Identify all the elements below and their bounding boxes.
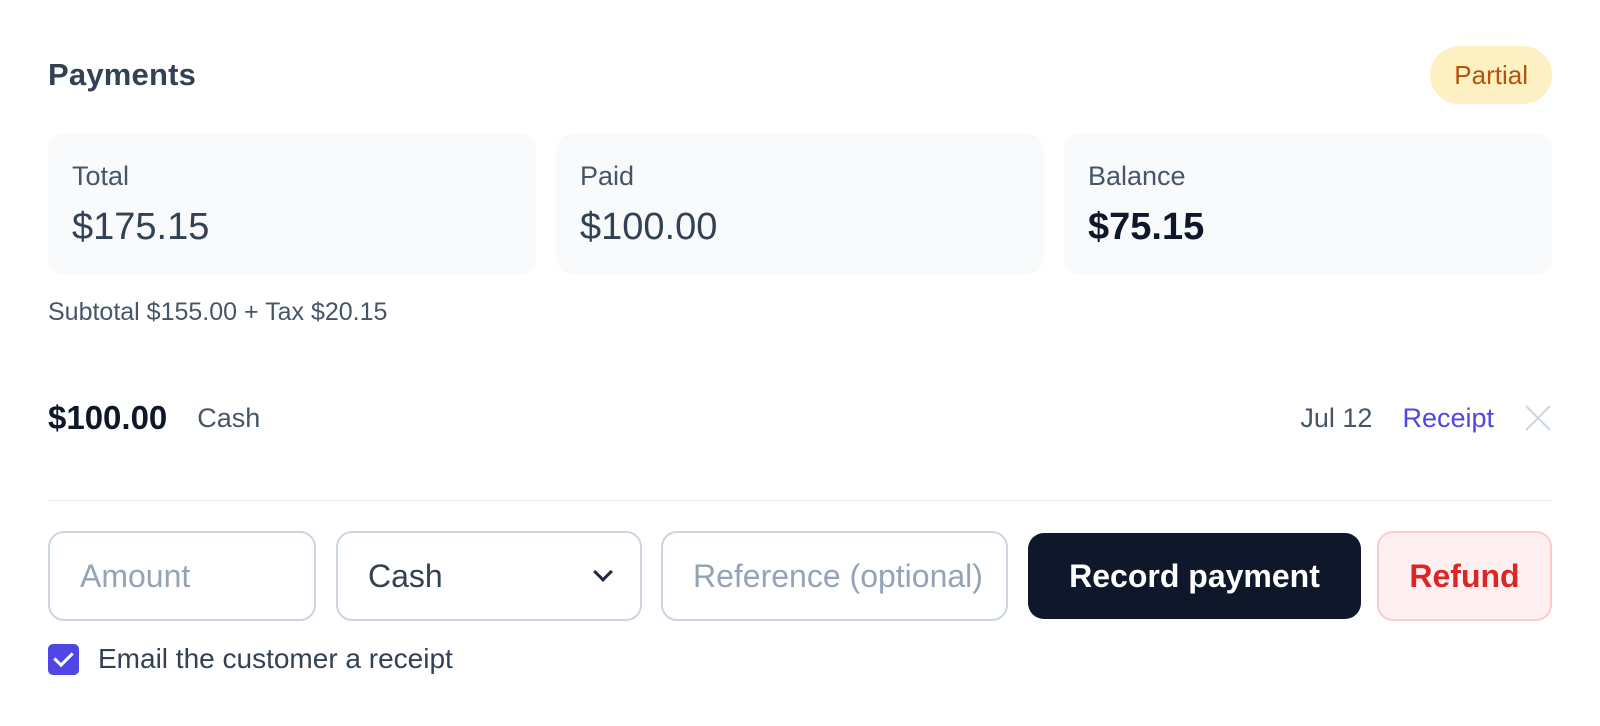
payment-date: Jul 12 [1300, 402, 1373, 433]
total-value: $175.15 [72, 206, 210, 248]
divider [48, 500, 1552, 501]
page-title: Payments [48, 57, 197, 92]
balance-card: Balance $75.15 [1064, 133, 1552, 275]
amount-input[interactable]: Amount [48, 531, 316, 621]
email-receipt-label[interactable]: Email the customer a receipt [98, 643, 453, 675]
balance-label: Balance [1088, 161, 1186, 191]
total-card: Total $175.15 [48, 133, 536, 275]
email-receipt-option: Email the customer a receipt [48, 642, 453, 676]
paid-value: $100.00 [580, 206, 718, 248]
email-receipt-checkbox[interactable] [48, 643, 79, 675]
subtotal-tax-note: Subtotal $155.00 + Tax $20.15 [48, 298, 388, 326]
method-select[interactable]: Cash [336, 531, 642, 621]
method-select-value: Cash [368, 557, 443, 594]
paid-card: Paid $100.00 [556, 133, 1044, 275]
payment-row: $100.00 Cash Jul 12 Receipt [48, 392, 1552, 444]
payment-amount: $100.00 [48, 399, 168, 436]
reference-input[interactable]: Reference (optional) [661, 531, 1008, 621]
summary-cards: Total $175.15 Paid $100.00 Balance $75.1… [48, 133, 1552, 275]
balance-value: $75.15 [1088, 206, 1205, 248]
total-label: Total [72, 161, 130, 191]
payment-method: Cash [197, 402, 261, 433]
receipt-link[interactable]: Receipt [1402, 403, 1494, 434]
payment-form: Amount Cash Reference (optional) Record … [48, 531, 1552, 621]
record-payment-button[interactable]: Record payment [1028, 533, 1361, 619]
chevron-down-icon [593, 562, 613, 582]
payments-header: Payments Partial [48, 46, 1552, 104]
status-badge: Partial [1430, 46, 1552, 104]
refund-button[interactable]: Refund [1377, 531, 1552, 621]
close-icon[interactable] [1524, 404, 1552, 432]
paid-label: Paid [580, 161, 635, 191]
